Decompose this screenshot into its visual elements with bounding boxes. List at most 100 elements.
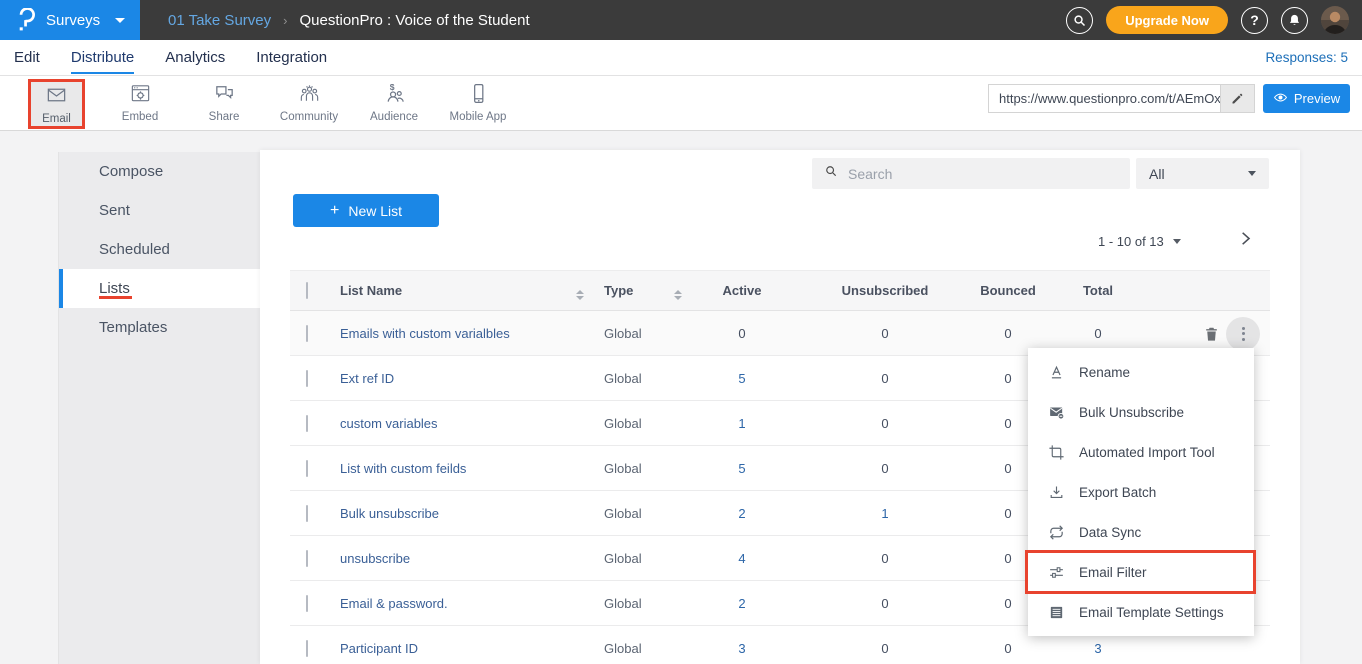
user-avatar[interactable] bbox=[1321, 6, 1349, 34]
sort-icon[interactable] bbox=[662, 290, 694, 300]
active-count[interactable]: 2 bbox=[694, 596, 790, 611]
kebab-menu-icon[interactable] bbox=[1226, 317, 1260, 351]
active-count[interactable]: 5 bbox=[694, 371, 790, 386]
row-checkbox[interactable] bbox=[306, 640, 308, 657]
total-count[interactable]: 3 bbox=[1036, 641, 1160, 656]
active-count[interactable]: 5 bbox=[694, 461, 790, 476]
pagination[interactable]: 1 - 10 of 13 bbox=[1098, 234, 1181, 249]
menu-item-bulk-unsubscribe[interactable]: Bulk Unsubscribe bbox=[1028, 392, 1254, 432]
unsubscribed-count: 0 bbox=[790, 641, 980, 656]
channel-label: Community bbox=[274, 111, 344, 123]
menu-item-rename[interactable]: Rename bbox=[1028, 352, 1254, 392]
bell-icon[interactable] bbox=[1281, 7, 1308, 34]
menu-item-email-filter[interactable]: Email Filter bbox=[1028, 552, 1254, 592]
row-checkbox[interactable] bbox=[306, 595, 308, 612]
tab-distribute[interactable]: Distribute bbox=[71, 49, 134, 66]
list-name-link[interactable]: Bulk unsubscribe bbox=[330, 506, 560, 521]
active-count[interactable]: 1 bbox=[694, 416, 790, 431]
sidebar-item-label: Sent bbox=[99, 202, 130, 219]
channel-audience[interactable]: $Audience bbox=[359, 82, 429, 123]
menu-item-data-sync[interactable]: Data Sync bbox=[1028, 512, 1254, 552]
trash-icon[interactable] bbox=[1203, 325, 1220, 343]
sidebar-item-label: Lists bbox=[99, 280, 130, 297]
list-filter-dropdown[interactable]: All bbox=[1136, 158, 1269, 189]
list-type: Global bbox=[600, 461, 662, 476]
unsubscribed-count[interactable]: 1 bbox=[790, 506, 980, 521]
list-name-link[interactable]: Emails with custom varialbles bbox=[330, 326, 560, 341]
eye-icon bbox=[1273, 90, 1288, 108]
bounced-count: 0 bbox=[980, 326, 1036, 341]
list-type: Global bbox=[600, 371, 662, 386]
unsubscribed-count: 0 bbox=[790, 551, 980, 566]
help-button[interactable]: ? bbox=[1241, 7, 1268, 34]
survey-url-field[interactable]: https://www.questionpro.com/t/AEmOx2 bbox=[988, 84, 1255, 113]
responses-count-link[interactable]: Responses: 5 bbox=[1265, 50, 1348, 65]
column-header-bounced: Bounced bbox=[980, 283, 1036, 298]
sidebar-item-label: Scheduled bbox=[99, 241, 170, 258]
annotation-underline bbox=[99, 296, 132, 299]
row-checkbox[interactable] bbox=[306, 460, 308, 477]
row-checkbox[interactable] bbox=[306, 370, 308, 387]
sidebar-item-label: Templates bbox=[99, 319, 167, 336]
column-header-type: Type bbox=[600, 283, 662, 298]
checkbox[interactable] bbox=[306, 282, 308, 299]
chevron-down-icon bbox=[1173, 239, 1181, 244]
pencil-icon[interactable] bbox=[1220, 85, 1254, 112]
tab-edit[interactable]: Edit bbox=[14, 49, 40, 66]
bulk-unsubscribe-icon bbox=[1048, 404, 1065, 421]
list-name-link[interactable]: Participant ID bbox=[330, 641, 560, 656]
preview-label: Preview bbox=[1294, 91, 1340, 106]
product-name: Surveys bbox=[46, 12, 100, 29]
sidebar-item-templates[interactable]: Templates bbox=[59, 308, 260, 347]
upgrade-now-button[interactable]: Upgrade Now bbox=[1106, 6, 1228, 34]
menu-item-automated-import-tool[interactable]: Automated Import Tool bbox=[1028, 432, 1254, 472]
channel-label: Mobile App bbox=[443, 111, 513, 123]
row-checkbox[interactable] bbox=[306, 325, 308, 342]
sidebar-item-lists[interactable]: Lists bbox=[59, 269, 260, 308]
channel-email[interactable]: Email bbox=[28, 79, 85, 129]
list-name-link[interactable]: List with custom feilds bbox=[330, 461, 560, 476]
bounced-count: 0 bbox=[980, 641, 1036, 656]
channel-share[interactable]: Share bbox=[189, 82, 259, 123]
row-checkbox[interactable] bbox=[306, 415, 308, 432]
chevron-down-icon bbox=[115, 18, 125, 23]
embed-icon bbox=[128, 92, 153, 109]
list-type: Global bbox=[600, 551, 662, 566]
active-count[interactable]: 4 bbox=[694, 551, 790, 566]
preview-button[interactable]: Preview bbox=[1263, 84, 1350, 113]
breadcrumb: 01 Take Survey › QuestionPro : Voice of … bbox=[168, 12, 530, 29]
search-placeholder: Search bbox=[848, 166, 892, 182]
tab-analytics[interactable]: Analytics bbox=[165, 49, 225, 66]
surveys-product-switcher[interactable]: Surveys bbox=[0, 0, 140, 40]
breadcrumb-survey-link[interactable]: 01 Take Survey bbox=[168, 12, 271, 29]
email-sidebar: Compose Sent Scheduled Lists Templates bbox=[58, 152, 260, 664]
new-list-button[interactable]: + New List bbox=[293, 194, 439, 227]
sidebar-item-compose[interactable]: Compose bbox=[59, 152, 260, 191]
active-count[interactable]: 3 bbox=[694, 641, 790, 656]
list-name-link[interactable]: custom variables bbox=[330, 416, 560, 431]
channel-mobile-app[interactable]: Mobile App bbox=[443, 82, 513, 123]
sidebar-item-label: Compose bbox=[99, 163, 163, 180]
list-name-link[interactable]: Ext ref ID bbox=[330, 371, 560, 386]
plus-icon: + bbox=[330, 203, 339, 219]
sort-column bbox=[560, 282, 600, 300]
list-name-link[interactable]: unsubscribe bbox=[330, 551, 560, 566]
active-count[interactable]: 2 bbox=[694, 506, 790, 521]
search-icon[interactable] bbox=[1066, 7, 1093, 34]
tab-integration[interactable]: Integration bbox=[256, 49, 327, 66]
row-checkbox[interactable] bbox=[306, 505, 308, 522]
channel-community[interactable]: Community bbox=[274, 82, 344, 123]
sort-icon[interactable] bbox=[560, 290, 600, 300]
list-search-input[interactable]: Search bbox=[812, 158, 1130, 189]
survey-url-text[interactable]: https://www.questionpro.com/t/AEmOx2 bbox=[989, 85, 1220, 112]
sidebar-item-scheduled[interactable]: Scheduled bbox=[59, 230, 260, 269]
column-header-active: Active bbox=[694, 283, 790, 298]
menu-item-export-batch[interactable]: Export Batch bbox=[1028, 472, 1254, 512]
menu-item-email-template-settings[interactable]: Email Template Settings bbox=[1028, 592, 1254, 632]
list-name-link[interactable]: Email & password. bbox=[330, 596, 560, 611]
channel-embed[interactable]: Embed bbox=[105, 82, 175, 123]
sidebar-item-sent[interactable]: Sent bbox=[59, 191, 260, 230]
row-checkbox[interactable] bbox=[306, 550, 308, 567]
audience-icon: $ bbox=[382, 92, 407, 109]
chevron-right-icon[interactable] bbox=[1237, 230, 1261, 254]
